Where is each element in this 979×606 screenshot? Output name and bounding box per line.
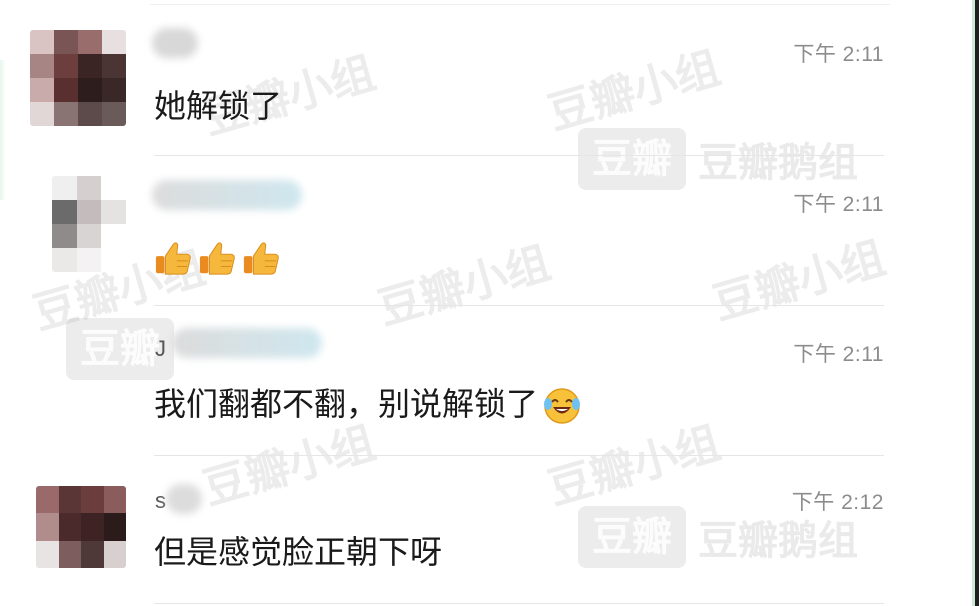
message-time: 下午 2:11 [793, 43, 884, 66]
chat-screenshot: 豆瓣小组 豆瓣小组 豆瓣小组 豆瓣小组 豆瓣小组 豆瓣小组 豆瓣小组 豆瓣 豆瓣… [0, 0, 979, 606]
thumbs-up-icon [243, 242, 279, 275]
message-time: 下午 2:12 [791, 491, 884, 514]
message-content: 我们翻都不翻，别说解锁了 [154, 384, 582, 426]
chat-message[interactable]: s 下午 2:12 但是感觉脸正朝下呀 [0, 456, 979, 606]
message-divider [154, 603, 884, 604]
message-text: 但是感觉脸正朝下呀 [154, 533, 443, 571]
avatar[interactable] [52, 176, 126, 272]
message-time: 下午 2:11 [793, 193, 884, 216]
username-blurred[interactable] [172, 328, 322, 358]
thumbs-up-icon [199, 242, 235, 275]
username-initial[interactable]: s [155, 488, 166, 514]
avatar[interactable] [36, 486, 126, 568]
username-initial[interactable]: J [155, 336, 166, 362]
username-blurred[interactable] [152, 180, 302, 210]
message-text: 我们翻都不翻，别说解锁了 [154, 385, 539, 423]
laughing-crying-icon [544, 388, 581, 424]
chat-message[interactable]: 下午 2:11 她解锁了 [0, 6, 979, 156]
message-text: 她解锁了 [154, 87, 283, 125]
message-emoji-row [154, 236, 286, 277]
chat-message[interactable]: 下午 2:11 [0, 156, 979, 306]
username-blurred[interactable] [166, 484, 202, 514]
username-blurred[interactable] [152, 28, 198, 58]
avatar[interactable] [30, 30, 126, 126]
chat-message[interactable]: J 下午 2:11 我们翻都不翻，别说解锁了 [0, 306, 979, 456]
message-time: 下午 2:11 [793, 343, 884, 366]
thumbs-up-icon [155, 242, 191, 275]
top-divider [150, 4, 890, 5]
